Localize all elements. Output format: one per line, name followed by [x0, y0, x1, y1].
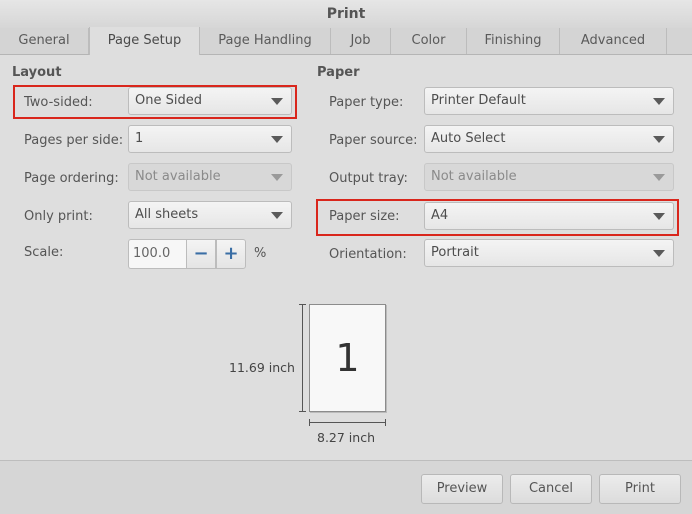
width-dimension-cap-right — [385, 419, 386, 426]
chevron-down-icon — [653, 174, 665, 181]
paper-source-value: Auto Select — [431, 131, 506, 146]
chevron-down-icon — [271, 136, 283, 143]
output-tray-value: Not available — [431, 169, 517, 184]
page-width-label: 8.27 inch — [317, 430, 375, 445]
only-print-dropdown[interactable]: All sheets — [128, 201, 292, 229]
tab-page-setup[interactable]: Page Setup — [89, 27, 200, 55]
layout-section-title: Layout — [12, 65, 62, 80]
pages-per-side-value: 1 — [135, 131, 144, 146]
output-tray-label: Output tray: — [329, 171, 408, 186]
scale-unit: % — [254, 246, 267, 261]
scale-increase-button[interactable]: + — [216, 239, 246, 269]
preview-button[interactable]: Preview — [421, 474, 503, 504]
chevron-down-icon — [271, 174, 283, 181]
page-height-label: 11.69 inch — [229, 360, 295, 375]
tab-page-handling[interactable]: Page Handling — [200, 28, 331, 54]
window-title: Print — [0, 0, 692, 29]
two-sided-dropdown[interactable]: One Sided — [128, 87, 292, 115]
print-button[interactable]: Print — [599, 474, 681, 504]
tab-color[interactable]: Color — [391, 28, 467, 54]
paper-type-value: Printer Default — [431, 93, 526, 108]
paper-type-label: Paper type: — [329, 95, 404, 110]
tab-job[interactable]: Job — [331, 28, 391, 54]
width-dimension-cap-left — [309, 419, 310, 426]
plus-icon: + — [223, 243, 239, 264]
height-dimension-cap-top — [299, 304, 306, 305]
chevron-down-icon — [653, 213, 665, 220]
pages-per-side-dropdown[interactable]: 1 — [128, 125, 292, 153]
chevron-down-icon — [653, 136, 665, 143]
paper-size-label: Paper size: — [329, 209, 400, 224]
pages-per-side-label: Pages per side: — [24, 133, 124, 148]
paper-size-dropdown[interactable]: A4 — [424, 202, 674, 230]
scale-decrease-button[interactable]: − — [186, 239, 216, 269]
height-dimension-cap-bottom — [299, 411, 306, 412]
paper-source-label: Paper source: — [329, 133, 418, 148]
orientation-label: Orientation: — [329, 247, 407, 262]
chevron-down-icon — [653, 250, 665, 257]
tab-general[interactable]: General — [0, 28, 89, 54]
orientation-dropdown[interactable]: Portrait — [424, 239, 674, 267]
two-sided-label: Two-sided: — [24, 95, 93, 110]
chevron-down-icon — [271, 212, 283, 219]
paper-section-title: Paper — [317, 65, 360, 80]
paper-source-dropdown[interactable]: Auto Select — [424, 125, 674, 153]
tab-advanced[interactable]: Advanced — [560, 28, 667, 54]
height-dimension-line — [302, 304, 303, 412]
two-sided-value: One Sided — [135, 93, 202, 108]
only-print-label: Only print: — [24, 209, 93, 224]
page-ordering-value: Not available — [135, 169, 221, 184]
cancel-button[interactable]: Cancel — [510, 474, 592, 504]
page-ordering-label: Page ordering: — [24, 171, 119, 186]
output-tray-dropdown: Not available — [424, 163, 674, 191]
scale-label: Scale: — [24, 245, 64, 260]
paper-type-dropdown[interactable]: Printer Default — [424, 87, 674, 115]
orientation-value: Portrait — [431, 245, 479, 260]
page-ordering-dropdown: Not available — [128, 163, 292, 191]
width-dimension-line — [309, 422, 386, 423]
page-preview: 1 — [309, 304, 386, 412]
scale-input[interactable]: 100.0 — [128, 239, 186, 269]
tab-finishing[interactable]: Finishing — [467, 28, 560, 54]
tab-bar: General Page Setup Page Handling Job Col… — [0, 27, 692, 55]
chevron-down-icon — [653, 98, 665, 105]
only-print-value: All sheets — [135, 207, 199, 222]
minus-icon: − — [193, 243, 209, 264]
paper-size-value: A4 — [431, 208, 449, 223]
chevron-down-icon — [271, 98, 283, 105]
